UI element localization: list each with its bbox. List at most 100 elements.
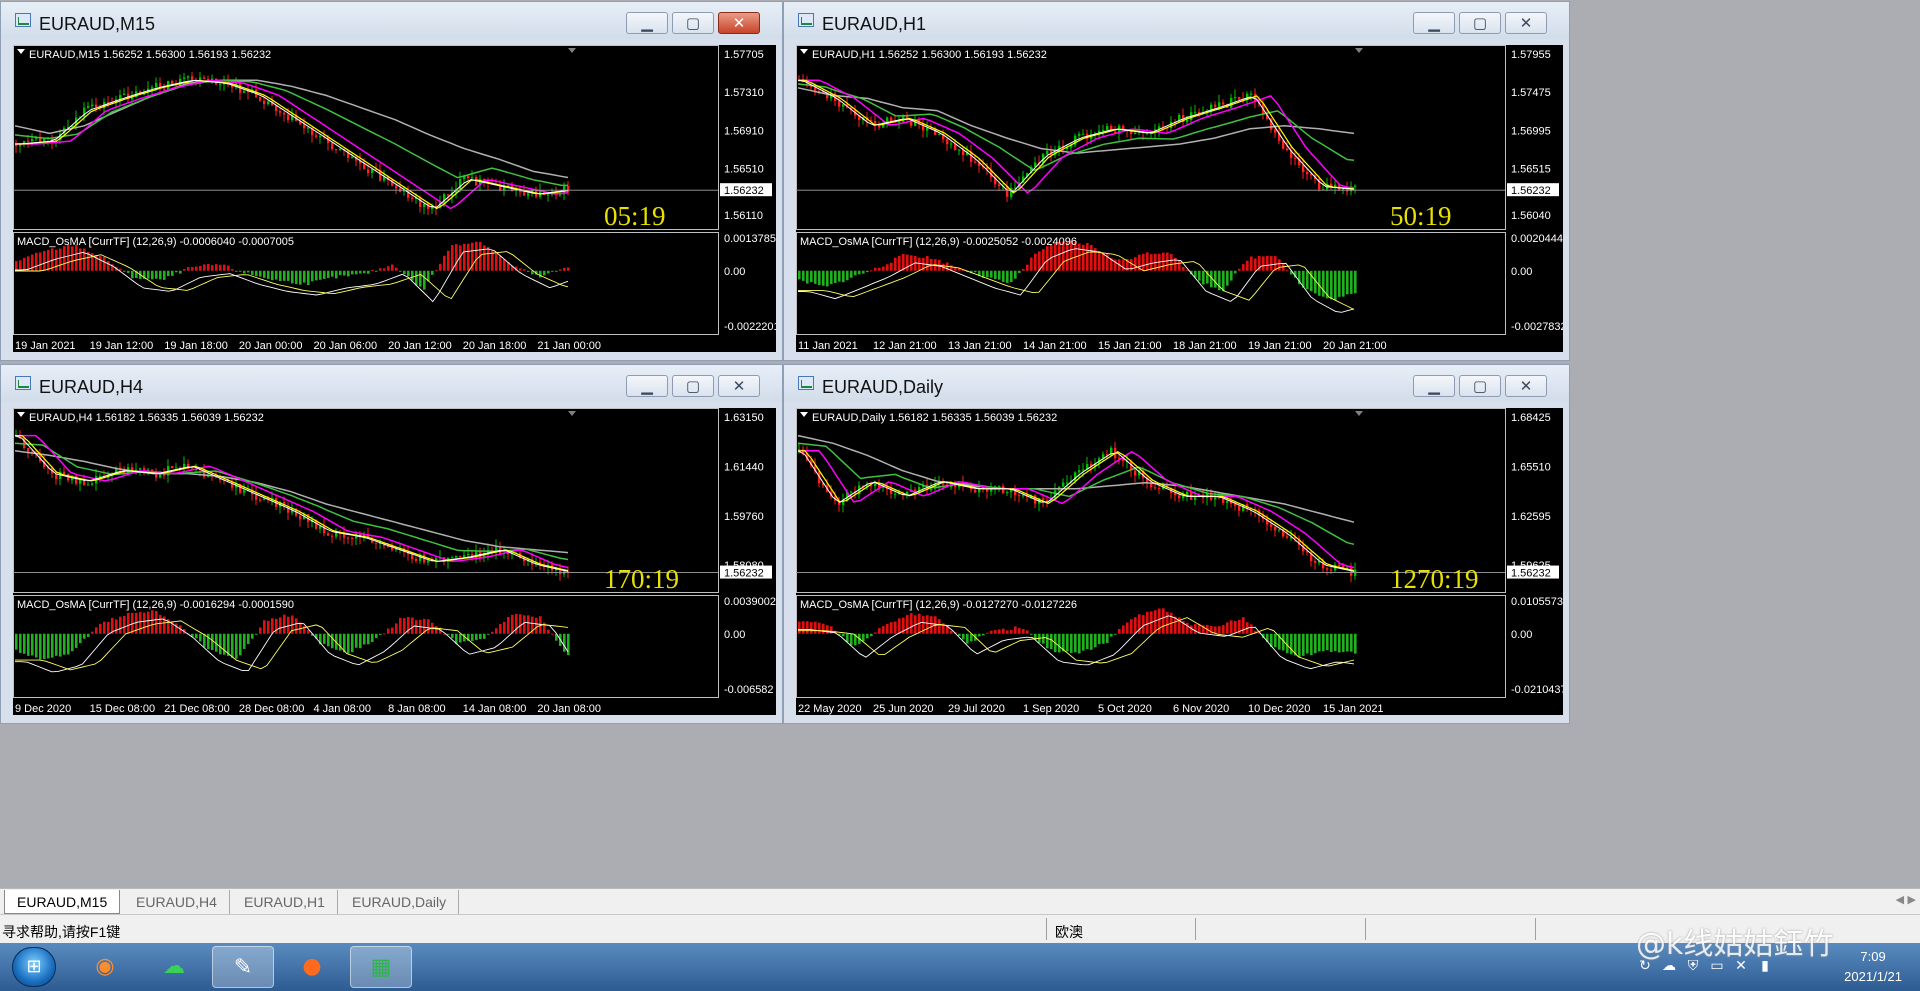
minimize-button[interactable]: ▁ bbox=[626, 12, 668, 34]
chart-window-h1[interactable]: EURAUD,H1 ▁ ▢ ✕ EURAUD,H1 1.56252 1.5630… bbox=[783, 1, 1570, 361]
close-button[interactable]: ✕ bbox=[718, 12, 760, 34]
macd-bar bbox=[1166, 252, 1169, 271]
chart-window-daily[interactable]: EURAUD,Daily ▁ ▢ ✕ EURAUD,Daily 1.56182 … bbox=[783, 364, 1570, 724]
chart-window-h4[interactable]: EURAUD,H4 ▁ ▢ ✕ EURAUD,H4 1.56182 1.5633… bbox=[0, 364, 783, 724]
collapse-arrow-icon[interactable] bbox=[800, 412, 808, 417]
macd-bar bbox=[427, 619, 430, 634]
window-title: EURAUD,H4 bbox=[39, 377, 144, 397]
candle-body bbox=[1102, 130, 1105, 132]
macd-bar bbox=[547, 629, 550, 634]
macd-bar bbox=[926, 615, 929, 634]
macd-bar bbox=[567, 633, 570, 656]
bar-countdown: 05:19 bbox=[604, 201, 666, 231]
tab-euraud-h4[interactable]: EURAUD,H4 bbox=[124, 890, 230, 914]
candle-body bbox=[1130, 131, 1133, 135]
chart-svg[interactable]: EURAUD,Daily 1.56182 1.56335 1.56039 1.5… bbox=[796, 408, 1563, 715]
macd-bar bbox=[131, 270, 134, 279]
status-profile[interactable]: 欧澳 bbox=[1055, 922, 1083, 942]
collapse-arrow-icon[interactable] bbox=[17, 412, 25, 417]
maximize-button[interactable]: ▢ bbox=[672, 375, 714, 397]
ma-magenta-line bbox=[15, 79, 569, 210]
macd-bar bbox=[527, 270, 530, 272]
taskbar-app-metatrader[interactable]: ▦ bbox=[350, 946, 412, 988]
macd-bar bbox=[986, 632, 989, 634]
close-button[interactable]: ✕ bbox=[718, 375, 760, 397]
macd-bar bbox=[1046, 633, 1049, 649]
tab-euraud-daily[interactable]: EURAUD,Daily bbox=[340, 890, 460, 914]
chart-tab-bar: EURAUD,M15 EURAUD,H4 EURAUD,H1 EURAUD,Da… bbox=[0, 888, 1920, 914]
tray-clock[interactable]: 7:09 2021/1/21 bbox=[1844, 947, 1902, 987]
macd-bar bbox=[47, 633, 50, 659]
close-button[interactable]: ✕ bbox=[1505, 375, 1547, 397]
tab-euraud-h1[interactable]: EURAUD,H1 bbox=[232, 890, 338, 914]
close-button[interactable]: ✕ bbox=[1505, 12, 1547, 34]
candle-body bbox=[203, 77, 206, 79]
candle-body bbox=[191, 76, 194, 80]
macd-bar bbox=[99, 255, 102, 271]
macd-bar bbox=[1238, 268, 1241, 271]
macd-bar bbox=[451, 245, 454, 271]
macd-bar bbox=[1302, 633, 1305, 656]
candle-body bbox=[1350, 567, 1353, 576]
chart-svg[interactable]: EURAUD,H1 1.56252 1.56300 1.56193 1.5623… bbox=[796, 45, 1563, 352]
macd-bar bbox=[363, 270, 366, 274]
macd-bar bbox=[567, 267, 570, 271]
macd-bar bbox=[1142, 615, 1145, 634]
candle-body bbox=[1330, 569, 1333, 571]
macd-bar bbox=[834, 270, 837, 283]
tab-scroll-arrows[interactable]: ◀ ▶ bbox=[1896, 893, 1916, 906]
time-tick-label: 14 Jan 21:00 bbox=[1023, 340, 1087, 352]
macd-bar bbox=[515, 613, 518, 634]
window-titlebar[interactable]: EURAUD,Daily ▁ ▢ ✕ bbox=[784, 365, 1569, 402]
macd-bar bbox=[1234, 270, 1237, 274]
maximize-button[interactable]: ▢ bbox=[1459, 12, 1501, 34]
maximize-button[interactable]: ▢ bbox=[1459, 375, 1501, 397]
macd-bar bbox=[1130, 619, 1133, 634]
taskbar-app-notes[interactable]: ✎ bbox=[212, 946, 274, 988]
taskbar-app-browser[interactable]: ◉ bbox=[74, 946, 136, 988]
time-tick-label: 21 Jan 00:00 bbox=[537, 340, 601, 352]
chart-svg[interactable]: EURAUD,H4 1.56182 1.56335 1.56039 1.5623… bbox=[13, 408, 776, 715]
chart-shift-marker[interactable] bbox=[1355, 411, 1363, 416]
chart-window-m15[interactable]: EURAUD,M15 ▁ ▢ ✕ EURAUD,M15 1.56252 1.56… bbox=[0, 1, 783, 361]
macd-bar bbox=[155, 611, 158, 634]
chart-svg[interactable]: EURAUD,M15 1.56252 1.56300 1.56193 1.562… bbox=[13, 45, 776, 352]
macd-axis-label: 0.0013785 bbox=[724, 233, 776, 245]
chart-canvas[interactable]: EURAUD,M15 1.56252 1.56300 1.56193 1.562… bbox=[13, 45, 776, 352]
chart-shift-marker[interactable] bbox=[568, 48, 576, 53]
window-titlebar[interactable]: EURAUD,H4 ▁ ▢ ✕ bbox=[1, 365, 782, 402]
macd-bar bbox=[882, 266, 885, 271]
macd-bar bbox=[966, 633, 969, 644]
macd-bar bbox=[1250, 256, 1253, 271]
minimize-button[interactable]: ▁ bbox=[626, 375, 668, 397]
candle-body bbox=[1182, 495, 1185, 499]
minimize-button[interactable]: ▁ bbox=[1413, 375, 1455, 397]
chart-canvas[interactable]: EURAUD,Daily 1.56182 1.56335 1.56039 1.5… bbox=[796, 408, 1563, 715]
candle-body bbox=[331, 535, 334, 537]
macd-bar bbox=[251, 633, 254, 639]
macd-bar bbox=[802, 621, 805, 634]
collapse-arrow-icon[interactable] bbox=[800, 49, 808, 54]
tab-euraud-m15[interactable]: EURAUD,M15 bbox=[4, 890, 121, 914]
start-button[interactable]: ⊞ bbox=[12, 947, 56, 987]
time-tick-label: 20 Jan 18:00 bbox=[463, 340, 527, 352]
chart-shift-marker[interactable] bbox=[568, 411, 576, 416]
maximize-button[interactable]: ▢ bbox=[672, 12, 714, 34]
price-tick-label: 1.56110 bbox=[724, 210, 763, 222]
macd-bar bbox=[279, 270, 282, 282]
window-titlebar[interactable]: EURAUD,M15 ▁ ▢ ✕ bbox=[1, 2, 782, 39]
candle-body bbox=[187, 76, 190, 78]
chart-shift-marker[interactable] bbox=[1355, 48, 1363, 53]
taskbar-app-wechat[interactable]: ☁ bbox=[143, 946, 205, 988]
minimize-button[interactable]: ▁ bbox=[1413, 12, 1455, 34]
collapse-arrow-icon[interactable] bbox=[17, 49, 25, 54]
taskbar-app-firefox[interactable]: ● bbox=[281, 946, 343, 988]
macd-bar bbox=[255, 270, 258, 277]
ma-green-line bbox=[14, 79, 569, 187]
chart-canvas[interactable]: EURAUD,H4 1.56182 1.56335 1.56039 1.5623… bbox=[13, 408, 776, 715]
chart-window-icon bbox=[798, 13, 814, 27]
candle-body bbox=[259, 499, 262, 501]
window-titlebar[interactable]: EURAUD,H1 ▁ ▢ ✕ bbox=[784, 2, 1569, 39]
chart-canvas[interactable]: EURAUD,H1 1.56252 1.56300 1.56193 1.5623… bbox=[796, 45, 1563, 352]
macd-bar bbox=[239, 633, 242, 656]
